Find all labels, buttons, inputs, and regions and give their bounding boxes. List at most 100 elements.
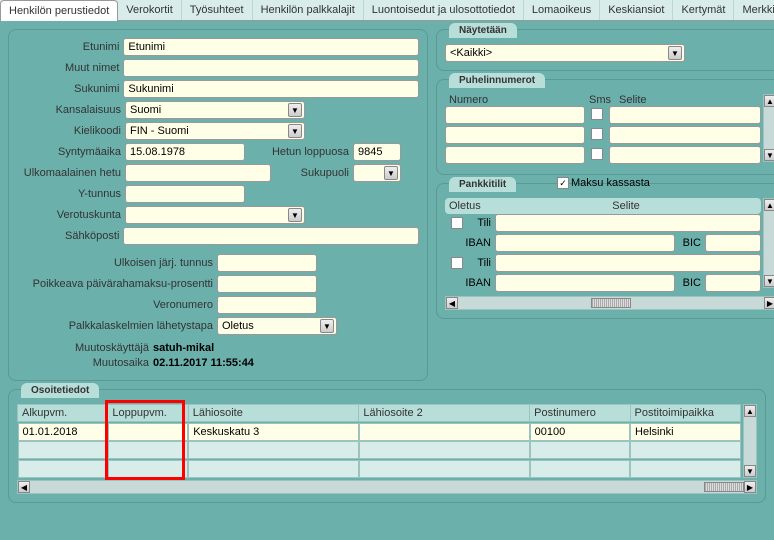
- chevron-down-icon[interactable]: ▼: [288, 208, 302, 222]
- addr-posti[interactable]: [530, 441, 630, 459]
- addr-lahi[interactable]: [188, 441, 359, 459]
- tab-lomaoikeus[interactable]: Lomaoikeus: [524, 0, 600, 20]
- field-hetun-loppuosa[interactable]: [353, 143, 401, 161]
- field-syntymaaika[interactable]: [125, 143, 245, 161]
- field-muut-nimet[interactable]: [123, 59, 419, 77]
- col-selite: Selite: [495, 200, 757, 212]
- label-maksu-kassasta: Maksu kassasta: [571, 177, 650, 189]
- phone-sms-checkbox[interactable]: [591, 128, 603, 140]
- addr-posti[interactable]: [530, 460, 630, 478]
- label-kielikoodi: Kielikoodi: [17, 125, 125, 137]
- field-sukunimi[interactable]: [123, 80, 419, 98]
- label-bic: BIC: [675, 277, 705, 289]
- puhelin-title: Puhelinnumerot: [449, 73, 545, 88]
- phone-numero[interactable]: [445, 146, 585, 164]
- col-numero: Numero: [449, 94, 589, 106]
- addr-alku[interactable]: [18, 460, 108, 478]
- bank-iban[interactable]: [495, 274, 675, 292]
- chevron-down-icon[interactable]: ▼: [668, 46, 682, 60]
- addr-kaupunki[interactable]: [630, 460, 740, 478]
- phone-numero[interactable]: [445, 106, 585, 124]
- tab-henkil-n-perustiedot[interactable]: Henkilön perustiedot: [0, 0, 118, 21]
- col-lahi: Lähiosoite: [188, 405, 359, 422]
- chevron-down-icon[interactable]: ▼: [288, 103, 302, 117]
- addr-lahi2[interactable]: [359, 441, 530, 459]
- addr-alku[interactable]: 01.01.2018: [18, 423, 108, 441]
- bank-oletus-checkbox[interactable]: [451, 257, 463, 269]
- label-iban: IBAN: [445, 277, 495, 289]
- value-muutosaika: 02.11.2017 11:55:44: [153, 357, 254, 369]
- addr-lahi2[interactable]: [359, 423, 530, 441]
- combo-kansalaisuus[interactable]: Suomi▼: [125, 101, 305, 119]
- scrollbar-vertical[interactable]: ▲▼: [743, 404, 757, 478]
- combo-naytetaan[interactable]: <Kaikki>▼: [445, 44, 685, 62]
- osoite-title: Osoitetiedot: [21, 383, 99, 398]
- combo-sukupuoli[interactable]: ▼: [353, 164, 401, 182]
- field-ulktunnus[interactable]: [217, 254, 317, 272]
- field-etunimi[interactable]: [123, 38, 419, 56]
- bank-bic[interactable]: [705, 234, 761, 252]
- bank-tili[interactable]: [495, 254, 761, 272]
- label-lahetystapa: Palkkalaskelmien lähetystapa: [17, 320, 217, 332]
- label-ytunnus: Y-tunnus: [17, 188, 125, 200]
- field-poikkeava[interactable]: [217, 275, 317, 293]
- label-tili: Tili: [469, 217, 495, 229]
- tab-kertym-t[interactable]: Kertymät: [673, 0, 734, 20]
- col-kaupunki: Postitoimipaikka: [630, 405, 740, 422]
- tab-ty-suhteet[interactable]: Työsuhteet: [182, 0, 253, 20]
- scrollbar-horizontal[interactable]: ◀▶: [445, 296, 774, 310]
- tab-verokortit[interactable]: Verokortit: [118, 0, 181, 20]
- addr-lahi[interactable]: Keskuskatu 3: [188, 423, 359, 441]
- bank-oletus-checkbox[interactable]: [451, 217, 463, 229]
- label-hetunloppu: Hetun loppuosa: [245, 146, 353, 158]
- addr-lahi[interactable]: [188, 460, 359, 478]
- addr-loppu[interactable]: [108, 441, 188, 459]
- addr-loppu[interactable]: [108, 423, 188, 441]
- field-sahkoposti[interactable]: [123, 227, 419, 245]
- field-ytunnus[interactable]: [125, 185, 245, 203]
- label-syntyma: Syntymäaika: [17, 146, 125, 158]
- bank-tili[interactable]: [495, 214, 761, 232]
- tab-henkil-n-palkkalajit[interactable]: Henkilön palkkalajit: [253, 0, 364, 20]
- bank-bic[interactable]: [705, 274, 761, 292]
- chevron-down-icon[interactable]: ▼: [384, 166, 398, 180]
- tab-luontoisedut-ja-ulosottotiedot[interactable]: Luontoisedut ja ulosottotiedot: [364, 0, 524, 20]
- label-kansalaisuus: Kansalaisuus: [17, 104, 125, 116]
- address-table: Alkupvm.Loppupvm.LähiosoiteLähiosoite 2P…: [17, 404, 741, 478]
- phone-selite[interactable]: [609, 126, 761, 144]
- checkbox-maksu-kassasta[interactable]: ✓: [557, 177, 569, 189]
- phone-numero[interactable]: [445, 126, 585, 144]
- combo-verotuskunta[interactable]: ▼: [125, 206, 305, 224]
- phone-sms-checkbox[interactable]: [591, 148, 603, 160]
- col-sms: Sms: [589, 94, 619, 106]
- addr-posti[interactable]: 00100: [530, 423, 630, 441]
- scrollbar-vertical[interactable]: ▲▼: [763, 94, 774, 162]
- tab-keskiansiot[interactable]: Keskiansiot: [600, 0, 673, 20]
- pankki-title: Pankkitilit: [449, 177, 516, 192]
- scrollbar-vertical[interactable]: ▲▼: [763, 198, 774, 288]
- addr-kaupunki[interactable]: Helsinki: [630, 423, 740, 441]
- field-ulkom-hetu[interactable]: [125, 164, 271, 182]
- label-muutoskayttaja: Muutoskäyttäjä: [17, 342, 153, 354]
- combo-lahetystapa[interactable]: Oletus▼: [217, 317, 337, 335]
- label-poikkeava: Poikkeava päivärahamaksu-prosentti: [17, 278, 217, 290]
- label-sahkoposti: Sähköposti: [17, 230, 123, 242]
- tab-merkkip-iv-t[interactable]: Merkkipäivät: [734, 0, 774, 20]
- scrollbar-horizontal[interactable]: ◀▶: [17, 480, 757, 494]
- addr-kaupunki[interactable]: [630, 441, 740, 459]
- label-sukupuoli: Sukupuoli: [271, 167, 353, 179]
- col-posti: Postinumero: [530, 405, 630, 422]
- phone-selite[interactable]: [609, 106, 761, 124]
- phone-selite[interactable]: [609, 146, 761, 164]
- label-bic: BIC: [675, 237, 705, 249]
- addr-lahi2[interactable]: [359, 460, 530, 478]
- bank-iban[interactable]: [495, 234, 675, 252]
- col-lahi2: Lähiosoite 2: [359, 405, 530, 422]
- field-veronumero[interactable]: [217, 296, 317, 314]
- combo-kielikoodi[interactable]: FIN - Suomi▼: [125, 122, 305, 140]
- chevron-down-icon[interactable]: ▼: [320, 319, 334, 333]
- chevron-down-icon[interactable]: ▼: [288, 124, 302, 138]
- addr-alku[interactable]: [18, 441, 108, 459]
- addr-loppu[interactable]: [108, 460, 188, 478]
- phone-sms-checkbox[interactable]: [591, 108, 603, 120]
